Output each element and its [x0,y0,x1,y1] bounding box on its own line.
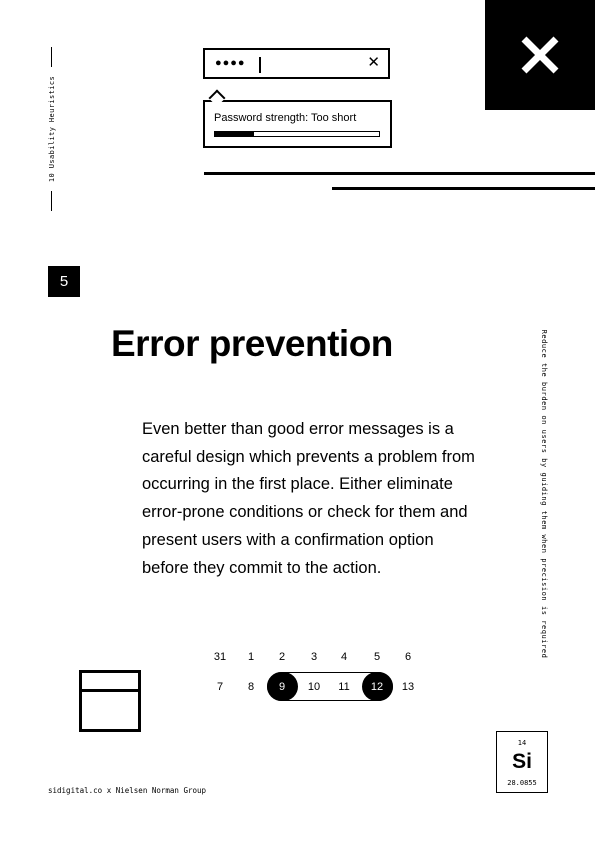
text-caret [259,57,261,73]
password-input[interactable]: ●●●● ✕ [203,48,390,79]
footer-credit: sidigital.co x Nielsen Norman Group [48,786,207,795]
calendar-day[interactable]: 8 [239,680,263,694]
window-title-bar [82,689,138,692]
calendar-day[interactable]: 7 [208,680,232,694]
calendar-day[interactable]: 4 [332,650,356,664]
calendar-day[interactable]: 5 [365,650,389,664]
password-strength-meter [214,131,380,137]
password-mask: ●●●● [215,57,246,69]
series-label: 10 Usability Heuristics [48,75,56,183]
divider-rule [204,172,595,175]
password-strength-fill [215,132,255,136]
element-symbol: Si [512,750,532,773]
calendar-day[interactable]: 11 [332,680,356,694]
calendar-day-selected[interactable]: 12 [365,680,389,694]
side-divider-bottom [51,191,52,211]
close-icon [521,36,559,74]
element-tile: 14 Si 28.0855 [496,731,548,793]
element-atomic-mass: 28.0855 [507,779,537,787]
element-atomic-number: 14 [517,739,527,747]
password-strength-tooltip: Password strength: Too short [203,100,392,148]
tagline: Reduce the burden on users by guiding th… [540,329,548,659]
body-paragraph: Even better than good error messages is … [142,420,475,577]
password-strength-text: Password strength: Too short [214,112,357,124]
divider-rule [332,187,595,190]
calendar-day[interactable]: 1 [239,650,263,664]
close-button[interactable] [485,0,595,110]
side-divider-top [51,47,52,67]
page-title: Error prevention [111,323,393,364]
calendar-day[interactable]: 3 [302,650,326,664]
calendar-day[interactable]: 13 [396,680,420,694]
calendar-day[interactable]: 2 [270,650,294,664]
calendar-day[interactable]: 6 [396,650,420,664]
heuristic-number-badge: 5 [48,266,80,297]
calendar-day[interactable]: 31 [208,650,232,664]
window-icon [79,670,141,732]
calendar-day-selected[interactable]: 9 [270,680,294,694]
calendar-day[interactable]: 10 [302,680,326,694]
clear-icon[interactable]: ✕ [367,53,380,73]
